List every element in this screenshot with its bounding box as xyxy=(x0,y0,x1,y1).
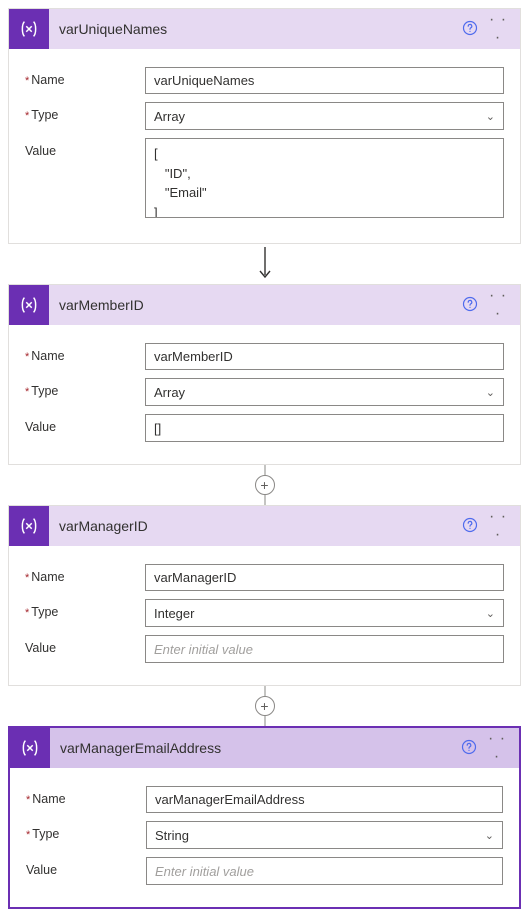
action-card: varMemberID · · · Name Type Array ⌄ Value xyxy=(8,284,521,465)
help-icon[interactable] xyxy=(456,517,484,536)
help-icon[interactable] xyxy=(456,20,484,39)
type-select-value: Array xyxy=(154,385,185,400)
type-select[interactable]: Integer ⌄ xyxy=(145,599,504,627)
chevron-down-icon: ⌄ xyxy=(486,607,495,620)
card-header[interactable]: varUniqueNames · · · xyxy=(9,9,520,49)
value-input[interactable] xyxy=(145,635,504,663)
variable-icon xyxy=(9,285,49,325)
name-label: Name xyxy=(26,786,146,806)
add-step-button[interactable]: + xyxy=(255,475,275,495)
type-label: Type xyxy=(25,378,145,398)
card-title: varManagerID xyxy=(49,518,456,534)
action-card: varUniqueNames · · · Name Type Array ⌄ Value xyxy=(8,8,521,244)
card-title: varUniqueNames xyxy=(49,21,456,37)
type-select[interactable]: Array ⌄ xyxy=(145,378,504,406)
value-label: Value xyxy=(25,414,145,434)
type-select[interactable]: String ⌄ xyxy=(146,821,503,849)
variable-icon xyxy=(9,506,49,546)
name-input[interactable] xyxy=(146,786,503,813)
type-select-value: Integer xyxy=(154,606,194,621)
more-icon[interactable]: · · · xyxy=(484,287,512,323)
name-label: Name xyxy=(25,343,145,363)
card-body: Name Type Array ⌄ Value xyxy=(9,49,520,243)
card-title: varManagerEmailAddress xyxy=(50,740,455,756)
add-step-button[interactable]: + xyxy=(255,696,275,716)
name-input[interactable] xyxy=(145,343,504,370)
type-label: Type xyxy=(25,599,145,619)
card-header[interactable]: varMemberID · · · xyxy=(9,285,520,325)
variable-icon xyxy=(10,728,50,768)
card-body: Name Type Array ⌄ Value xyxy=(9,325,520,464)
help-icon[interactable] xyxy=(455,739,483,758)
name-label: Name xyxy=(25,564,145,584)
card-title: varMemberID xyxy=(49,297,456,313)
value-input[interactable] xyxy=(145,138,504,218)
card-body: Name Type Integer ⌄ Value xyxy=(9,546,520,685)
connector: + xyxy=(8,465,521,505)
connector xyxy=(8,244,521,284)
card-header[interactable]: varManagerEmailAddress · · · xyxy=(10,728,519,768)
name-input[interactable] xyxy=(145,564,504,591)
type-label: Type xyxy=(26,821,146,841)
value-label: Value xyxy=(26,857,146,877)
value-input[interactable] xyxy=(146,857,503,885)
type-label: Type xyxy=(25,102,145,122)
chevron-down-icon: ⌄ xyxy=(485,829,494,842)
type-select-value: Array xyxy=(154,109,185,124)
value-label: Value xyxy=(25,138,145,158)
help-icon[interactable] xyxy=(456,296,484,315)
action-card: varManagerEmailAddress· · ·NameTypeStrin… xyxy=(8,726,521,909)
card-header[interactable]: varManagerID · · · xyxy=(9,506,520,546)
value-label: Value xyxy=(25,635,145,655)
more-icon[interactable]: · · · xyxy=(484,11,512,47)
name-label: Name xyxy=(25,67,145,87)
connector: + xyxy=(8,686,521,726)
chevron-down-icon: ⌄ xyxy=(486,110,495,123)
type-select-value: String xyxy=(155,828,189,843)
value-input[interactable] xyxy=(145,414,504,442)
more-icon[interactable]: · · · xyxy=(484,508,512,544)
more-icon[interactable]: · · · xyxy=(483,730,511,766)
type-select[interactable]: Array ⌄ xyxy=(145,102,504,130)
variable-icon xyxy=(9,9,49,49)
card-body: Name Type String ⌄ Value xyxy=(10,768,519,907)
name-input[interactable] xyxy=(145,67,504,94)
action-card: varManagerID · · · Name Type Integer ⌄ Value xyxy=(8,505,521,686)
chevron-down-icon: ⌄ xyxy=(486,386,495,399)
